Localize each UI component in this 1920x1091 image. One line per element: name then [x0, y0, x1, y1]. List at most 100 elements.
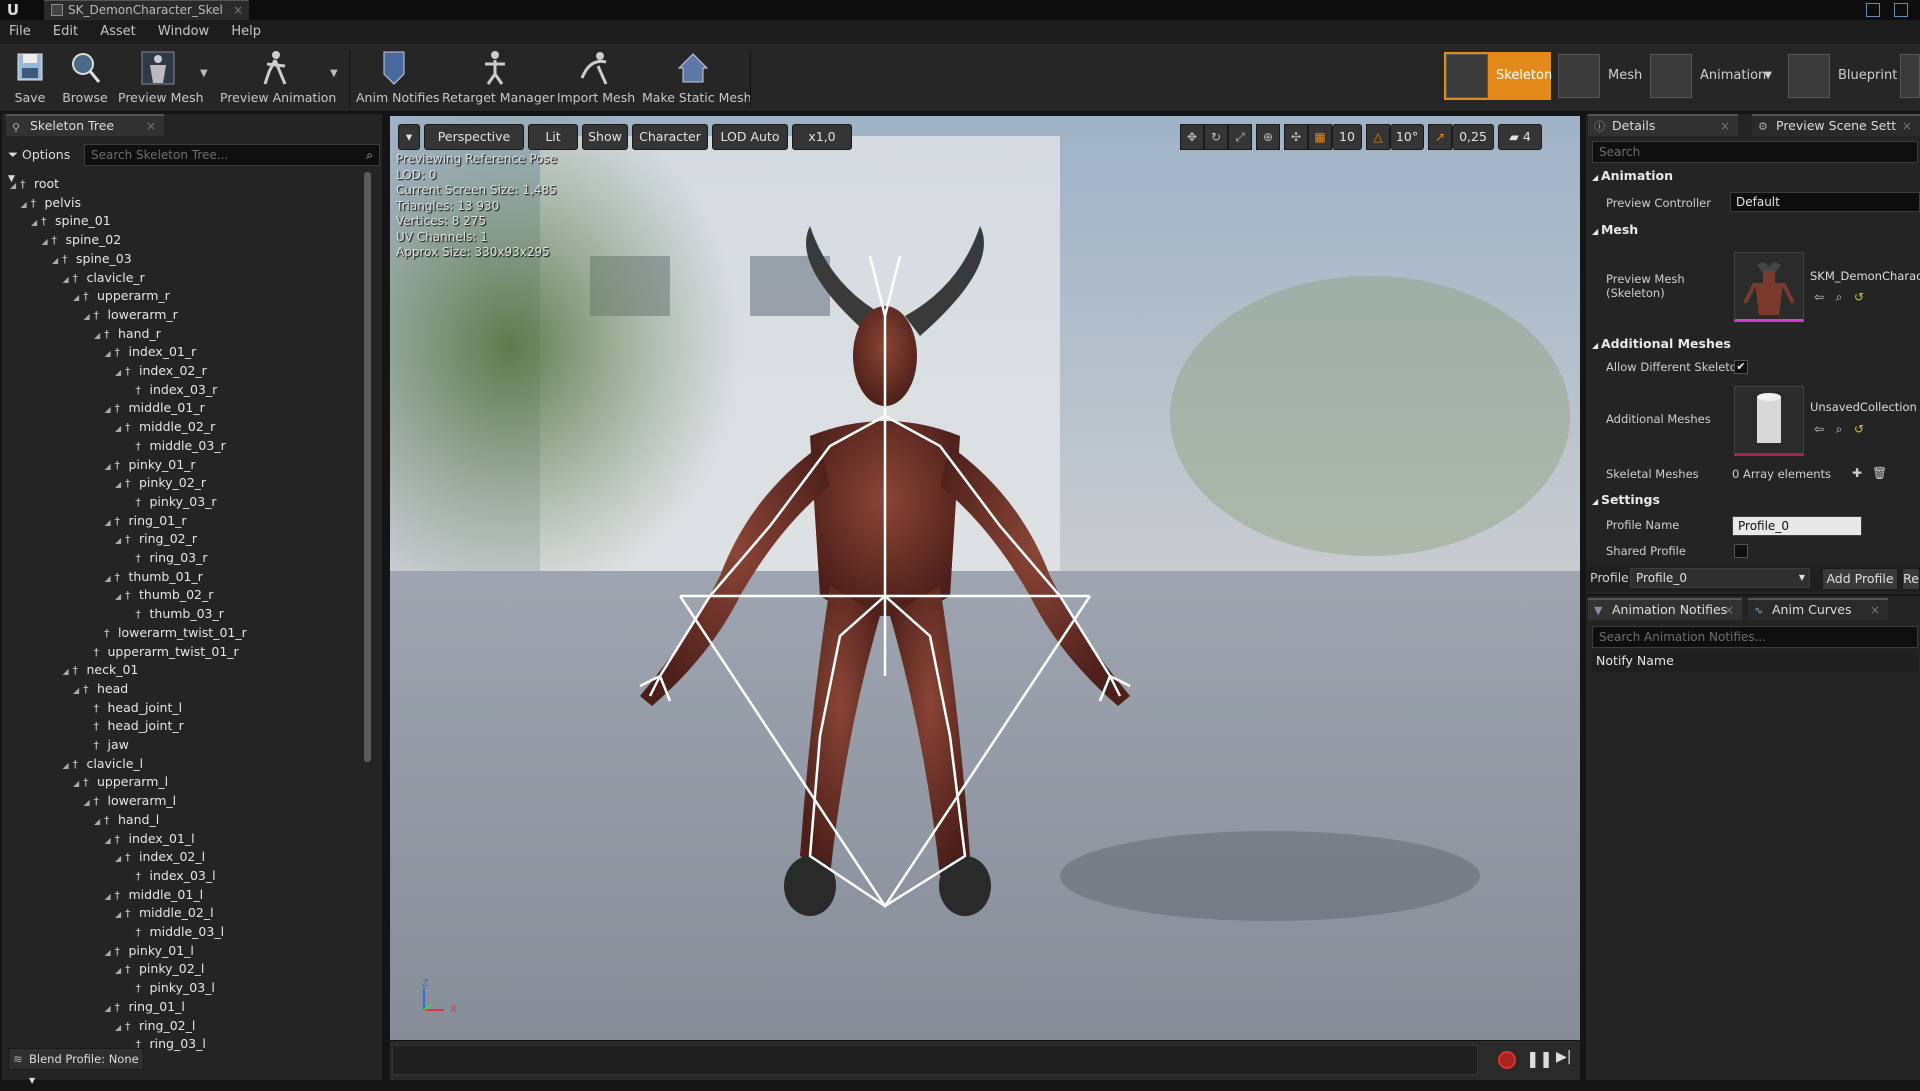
expand-arrow-icon[interactable]: ◢ — [115, 363, 125, 382]
rotate-icon[interactable]: ↻ — [1204, 124, 1228, 150]
step-forward-icon[interactable]: ▶| — [1556, 1049, 1571, 1065]
tree-bone-row[interactable]: ◢ † ring_02_l — [115, 1016, 195, 1035]
tree-bone-row[interactable]: ◢ † hand_r — [94, 324, 161, 343]
expand-arrow-icon[interactable]: ◢ — [52, 251, 62, 270]
tree-bone-row[interactable]: † lowerarm_twist_01_r — [94, 623, 247, 642]
tree-bone-row[interactable]: ◢ † upperarm_r — [73, 286, 170, 305]
blend-profile-dropdown[interactable]: ≋ Blend Profile: None ▼ — [8, 1048, 144, 1085]
tab-skeleton-tree[interactable]: ⚲ Skeleton Tree × — [6, 114, 164, 136]
close-icon[interactable]: × — [146, 116, 156, 136]
tree-bone-row[interactable]: † middle_03_l — [126, 922, 225, 941]
section-animation[interactable]: ◢ Animation — [1592, 166, 1673, 186]
anim-notifies-button[interactable]: Anim Notifies — [356, 48, 440, 108]
menu-help[interactable]: Help — [222, 20, 270, 44]
notifies-search-input[interactable]: Search Animation Notifies... — [1592, 626, 1918, 648]
section-settings[interactable]: ◢ Settings — [1592, 490, 1660, 510]
timeline-track[interactable] — [392, 1045, 1478, 1075]
preview-animation-button[interactable]: Preview Animation — [220, 48, 336, 108]
tree-bone-row[interactable]: ◢ † root — [10, 174, 59, 193]
tree-bone-row[interactable]: ◢ † head — [73, 679, 128, 698]
section-additional-meshes[interactable]: ◢ Additional Meshes — [1592, 334, 1731, 354]
expand-arrow-icon[interactable]: ◢ — [10, 176, 20, 195]
expand-arrow-icon[interactable]: ◢ — [105, 513, 115, 532]
document-tab[interactable]: SK_DemonCharacter_Skel × — [44, 0, 249, 20]
expand-arrow-icon[interactable]: ◢ — [105, 943, 115, 962]
browse-search-icon[interactable]: ⌕ — [1832, 422, 1846, 436]
tree-bone-row[interactable]: † thumb_03_r — [126, 604, 224, 623]
close-icon[interactable]: × — [1724, 600, 1734, 620]
expand-arrow-icon[interactable]: ◢ — [115, 1018, 125, 1037]
mode-extra-button[interactable] — [1898, 52, 1920, 100]
expand-arrow-icon[interactable]: ◢ — [105, 457, 115, 476]
tree-bone-row[interactable]: ◢ † clavicle_l — [63, 754, 144, 773]
lod-button[interactable]: LOD Auto — [712, 124, 788, 150]
close-icon[interactable]: × — [1902, 116, 1912, 136]
close-icon[interactable]: × — [1870, 600, 1880, 620]
remove-profile-button[interactable]: Re — [1902, 568, 1920, 590]
tree-bone-row[interactable]: † pinky_03_l — [126, 978, 215, 997]
world-space-icon[interactable]: ⊕ — [1256, 124, 1280, 150]
viewport[interactable]: ▾ Perspective Lit Show Character LOD Aut… — [390, 116, 1580, 1040]
expand-arrow-icon[interactable]: ◢ — [115, 475, 125, 494]
expand-arrow-icon[interactable]: ◢ — [105, 344, 115, 363]
expand-arrow-icon[interactable]: ◢ — [63, 756, 73, 775]
chevron-down-icon[interactable]: ▼ — [1764, 52, 1772, 100]
import-mesh-button[interactable]: Import Mesh — [556, 48, 636, 108]
scale-size-button[interactable]: 0,25 — [1452, 124, 1494, 150]
browse-button[interactable]: Browse — [60, 48, 110, 108]
expand-arrow-icon[interactable]: ◢ — [84, 793, 94, 812]
tree-bone-row[interactable]: ◢ † spine_03 — [52, 249, 132, 268]
expand-arrow-icon[interactable]: ◢ — [115, 849, 125, 868]
tree-bone-row[interactable]: † pinky_03_r — [126, 492, 217, 511]
expand-arrow-icon[interactable]: ◢ — [105, 887, 115, 906]
tab-preview-scene-settings[interactable]: ⚙ Preview Scene Sett × — [1752, 114, 1920, 136]
expand-arrow-icon[interactable]: ◢ — [115, 905, 125, 924]
options-dropdown[interactable]: ⏷ Options ▼ — [8, 144, 80, 184]
expand-arrow-icon[interactable]: ◢ — [105, 569, 115, 588]
skeleton-tree-search-input[interactable]: Search Skeleton Tree... ⌕ — [84, 144, 380, 166]
tree-bone-row[interactable]: † head_joint_r — [84, 716, 184, 735]
section-mesh[interactable]: ◢ Mesh — [1592, 220, 1638, 240]
use-selected-arrow-icon[interactable]: ⇦ — [1812, 290, 1826, 304]
tree-bone-row[interactable]: ◢ † index_02_r — [115, 361, 207, 380]
expand-arrow-icon[interactable]: ◢ — [73, 288, 83, 307]
expand-arrow-icon[interactable]: ◢ — [42, 232, 52, 251]
tree-bone-row[interactable]: ◢ † hand_l — [94, 810, 159, 829]
details-search-input[interactable]: Search — [1592, 141, 1918, 163]
pause-icon[interactable]: ❚❚ — [1526, 1049, 1553, 1068]
preview-mesh-thumbnail[interactable] — [1734, 252, 1804, 322]
character-button[interactable]: Character — [632, 124, 708, 150]
tree-bone-row[interactable]: ◢ † index_01_l — [105, 829, 195, 848]
expand-arrow-icon[interactable]: ◢ — [115, 961, 125, 980]
tree-bone-row[interactable]: † upperarm_twist_01_r — [84, 642, 239, 661]
grid-size-button[interactable]: 10 — [1332, 124, 1362, 150]
tree-bone-row[interactable]: ◢ † thumb_01_r — [105, 567, 203, 586]
close-icon[interactable]: × — [233, 1, 243, 19]
tree-bone-row[interactable]: † index_03_r — [126, 380, 218, 399]
tree-bone-row[interactable]: ◢ † upperarm_l — [73, 772, 168, 791]
expand-arrow-icon[interactable]: ◢ — [105, 999, 115, 1018]
tree-bone-row[interactable]: † index_03_l — [126, 866, 216, 885]
preview-mesh-button[interactable]: Preview Mesh — [118, 48, 204, 108]
chevron-down-icon[interactable]: ▼ — [200, 68, 208, 79]
expand-arrow-icon[interactable]: ◢ — [115, 531, 125, 550]
tree-scrollbar[interactable] — [364, 172, 371, 762]
tree-bone-row[interactable]: ◢ † spine_02 — [42, 230, 122, 249]
tree-bone-row[interactable]: ◢ † ring_01_l — [105, 997, 185, 1016]
profile-name-input[interactable]: Profile_0 — [1732, 516, 1862, 536]
menu-asset[interactable]: Asset — [91, 20, 145, 44]
reset-icon[interactable]: ↺ — [1852, 422, 1866, 436]
chevron-down-icon[interactable]: ▼ — [330, 68, 338, 79]
shared-profile-checkbox[interactable] — [1734, 544, 1748, 558]
tree-bone-row[interactable]: ◢ † ring_02_r — [115, 529, 197, 548]
window-icon[interactable] — [1894, 3, 1909, 17]
expand-arrow-icon[interactable]: ◢ — [94, 326, 104, 345]
mode-animation-button[interactable]: Animation ▼ — [1648, 52, 1776, 100]
tab-anim-curves[interactable]: ∿ Anim Curves × — [1748, 598, 1888, 620]
add-icon[interactable]: ✚ — [1850, 466, 1864, 480]
tree-bone-row[interactable]: ◢ † index_02_l — [115, 847, 205, 866]
tree-bone-row[interactable]: ◢ † pinky_02_l — [115, 959, 204, 978]
record-icon[interactable] — [1498, 1051, 1516, 1069]
menu-edit[interactable]: Edit — [44, 20, 87, 44]
close-icon[interactable]: × — [1720, 116, 1730, 136]
